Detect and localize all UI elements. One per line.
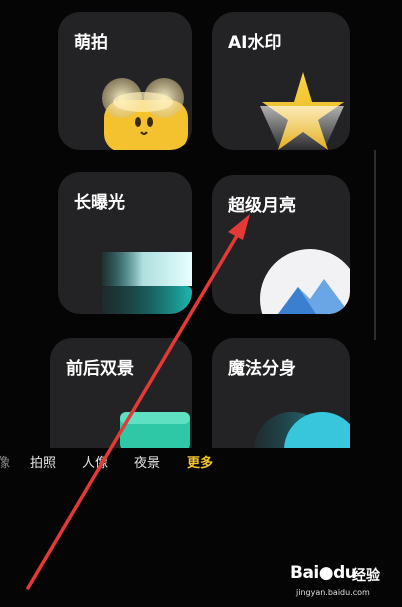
baidu-jingyan-watermark: Bai●du 经验 jingyan.baidu.com <box>290 563 400 603</box>
mode-tab-portrait[interactable]: 人像 <box>82 452 108 471</box>
mode-label: 超级月亮 <box>228 196 296 216</box>
mode-tab-photo[interactable]: 拍照 <box>30 452 56 471</box>
mode-label: AI水印 <box>228 33 282 53</box>
paw-icon: ● <box>318 563 334 583</box>
scroll-edge-divider <box>374 150 376 340</box>
mode-label: 萌拍 <box>74 33 108 53</box>
mode-tab-more[interactable]: 更多 <box>187 452 213 471</box>
mode-card-cute[interactable]: 萌拍 <box>58 12 192 150</box>
mode-tab-partial[interactable]: 像 <box>0 452 10 471</box>
camera-more-modes-screen: 萌拍 AI水印 长曝光 超级月亮 前后双景 魔法分身 像 拍照 人像 夜景 更多… <box>0 0 402 607</box>
watermark-url: jingyan.baidu.com <box>296 588 370 597</box>
mode-tab-night[interactable]: 夜景 <box>134 452 160 471</box>
mode-label: 前后双景 <box>66 359 134 379</box>
mode-label: 魔法分身 <box>228 359 296 379</box>
baidu-logo: Bai●du <box>290 563 357 583</box>
mode-label: 长曝光 <box>74 193 125 213</box>
camera-mode-bar: 像 拍照 人像 夜景 更多 <box>0 446 402 474</box>
mode-card-dual-view[interactable]: 前后双景 <box>50 338 192 448</box>
mode-card-clone[interactable]: 魔法分身 <box>212 338 350 448</box>
mode-card-long-exposure[interactable]: 长曝光 <box>58 172 192 314</box>
watermark-suffix: 经验 <box>352 568 380 584</box>
mode-card-super-moon[interactable]: 超级月亮 <box>212 175 350 314</box>
mode-card-ai-watermark[interactable]: AI水印 <box>212 12 350 150</box>
